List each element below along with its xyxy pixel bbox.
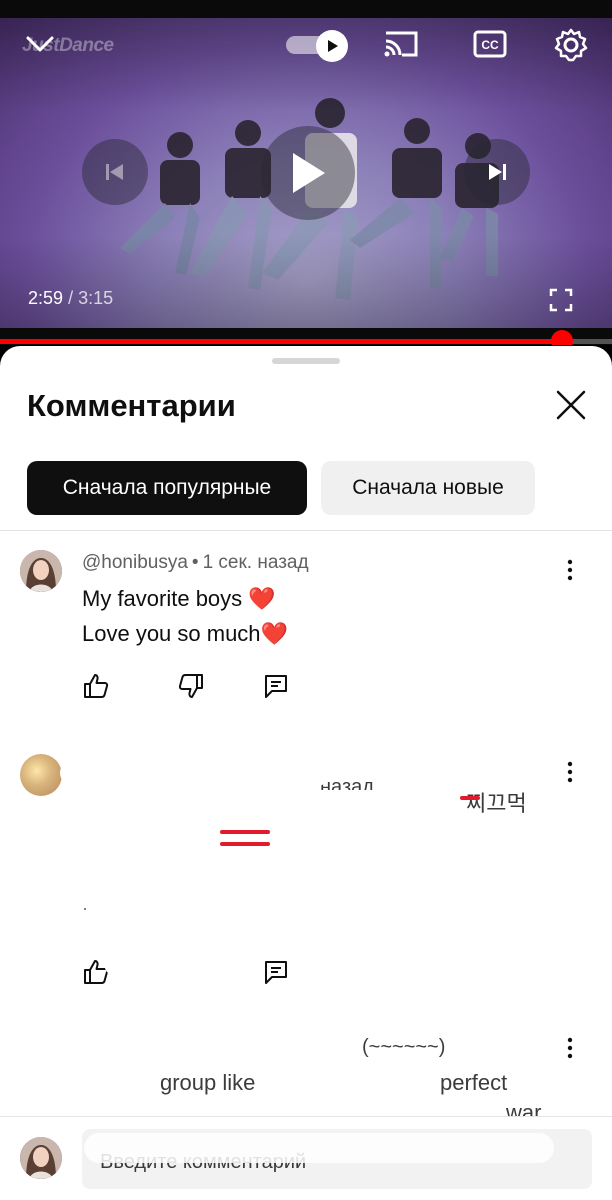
heart-emoji: ❤️ bbox=[248, 586, 276, 611]
current-time: 2:59 bbox=[28, 288, 64, 308]
chevron-down-icon[interactable] bbox=[24, 28, 56, 60]
comment-text-line: My favorite boys ❤️ bbox=[82, 586, 276, 611]
svg-text:CC: CC bbox=[481, 38, 499, 52]
progress-fill bbox=[0, 339, 562, 344]
comment-item-redacted: назад 찌끄먹 · bbox=[0, 746, 612, 1006]
skip-previous-icon[interactable] bbox=[82, 139, 148, 205]
comment-time: 1 сек. назад bbox=[202, 552, 309, 573]
reply-icon[interactable] bbox=[262, 672, 290, 700]
avatar bbox=[20, 1137, 62, 1179]
divider bbox=[0, 530, 612, 531]
comments-title: Комментарии bbox=[27, 388, 236, 423]
comment-author[interactable]: @honibusya bbox=[82, 552, 188, 573]
thumbs-up-icon[interactable] bbox=[82, 672, 110, 700]
more-options-icon[interactable] bbox=[558, 1036, 582, 1060]
progress-bar[interactable] bbox=[0, 330, 612, 345]
comment-fragment: perfect bbox=[440, 1070, 508, 1095]
play-icon[interactable] bbox=[261, 126, 355, 220]
fullscreen-icon[interactable] bbox=[548, 287, 574, 313]
comment-meta: @honibusya • 1 сек. назад bbox=[82, 552, 309, 573]
time-separator: / bbox=[68, 288, 74, 308]
close-icon[interactable] bbox=[552, 386, 590, 424]
more-options-icon[interactable] bbox=[558, 558, 582, 582]
comment-item: @honibusya • 1 сек. назад My favorite boys… bbox=[0, 542, 612, 722]
comment-text-line: Love you so much❤️ bbox=[82, 621, 288, 646]
comment-composer: Введите комментарий bbox=[0, 1116, 612, 1200]
comment-fragment: (~~~~~~) bbox=[362, 1036, 446, 1058]
time-display: 2:59 / 3:15 bbox=[28, 288, 113, 309]
video-player[interactable]: JustDance CC 2:59 / 3:15 bbox=[0, 0, 612, 345]
sort-newest-chip[interactable]: Сначала новые bbox=[321, 461, 535, 515]
comment-fragment: 찌끄먹 bbox=[466, 791, 527, 816]
progress-scrubber[interactable] bbox=[550, 330, 573, 345]
avatar[interactable] bbox=[20, 550, 62, 592]
gear-icon[interactable] bbox=[552, 26, 590, 64]
duration: 3:15 bbox=[78, 288, 114, 308]
avatar[interactable] bbox=[20, 754, 62, 796]
sort-popular-chip[interactable]: Сначала популярные bbox=[27, 461, 307, 515]
cast-icon[interactable] bbox=[382, 28, 420, 60]
comment-fragment: group like bbox=[160, 1070, 256, 1095]
more-options-icon[interactable] bbox=[558, 760, 582, 784]
cc-icon[interactable]: CC bbox=[472, 28, 508, 60]
heart-emoji: ❤️ bbox=[260, 621, 288, 646]
skip-next-icon[interactable] bbox=[464, 139, 530, 205]
autoplay-toggle[interactable] bbox=[286, 30, 348, 62]
comments-sheet: Комментарии Сначала популярные Сначала н… bbox=[0, 346, 612, 1200]
thumbs-down-icon[interactable] bbox=[177, 672, 205, 700]
reply-icon[interactable] bbox=[262, 958, 290, 986]
drag-handle[interactable] bbox=[272, 358, 340, 364]
